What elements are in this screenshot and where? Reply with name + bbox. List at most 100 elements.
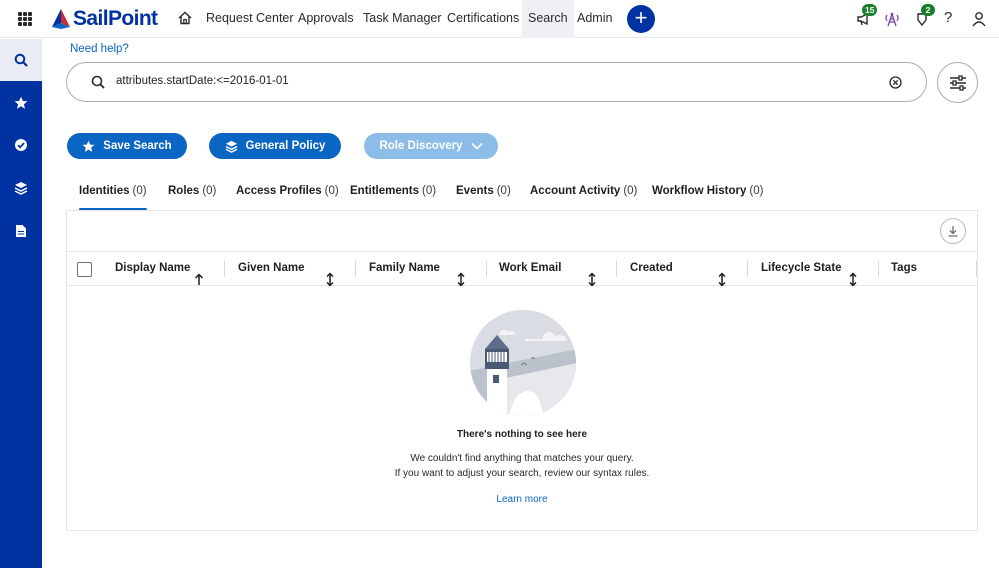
layers-icon (14, 182, 28, 195)
tab-label: Entitlements (350, 185, 420, 197)
nav-request-center[interactable]: Request Center (206, 0, 294, 38)
results-table: Display Name Given Name Family Name Work… (66, 210, 978, 531)
tab-count: (0) (749, 185, 764, 197)
column-header-given-name[interactable]: Given Name (238, 252, 304, 285)
column-header-family-name[interactable]: Family Name (369, 252, 440, 285)
tab-events[interactable]: Events (0) (456, 185, 511, 211)
tab-identities[interactable]: Identities (0) (79, 185, 147, 211)
home-icon[interactable] (177, 10, 193, 26)
tab-count: (0) (202, 185, 217, 197)
top-navigation-bar: SailPoint Request Center Approvals Task … (0, 0, 999, 38)
tab-account-activity[interactable]: Account Activity (0) (530, 185, 637, 211)
sailpoint-logo[interactable]: SailPoint (49, 7, 158, 31)
tab-count: (0) (623, 185, 638, 197)
tab-workflow-history[interactable]: Workflow History (0) (652, 185, 763, 211)
general-policy-button[interactable]: General Policy (209, 133, 341, 159)
column-header-created[interactable]: Created (630, 252, 673, 285)
column-separator[interactable] (878, 261, 879, 277)
tab-count: (0) (324, 185, 339, 197)
empty-state-title: There's nothing to see here (456, 429, 588, 440)
tab-count: (0) (132, 185, 147, 197)
column-label: Given Name (238, 262, 305, 274)
table-header: Display Name Given Name Family Name Work… (67, 251, 977, 287)
column-separator[interactable] (616, 261, 617, 277)
tab-label: Roles (168, 185, 200, 197)
help-icon[interactable]: ? (944, 9, 952, 26)
sailpoint-logo-mark-icon (52, 9, 70, 29)
search-query-input[interactable]: attributes.startDate:<=2016-01-01 (116, 75, 289, 87)
chevron-down-icon (470, 142, 483, 150)
tab-count: (0) (496, 185, 511, 197)
save-search-label: Save Search (103, 140, 172, 152)
column-label: Tags (891, 262, 917, 274)
sidebar-item-reports[interactable] (0, 210, 42, 252)
role-discovery-button[interactable]: Role Discovery (364, 133, 498, 159)
sort-both-icon[interactable] (717, 263, 727, 296)
left-sidebar (0, 39, 42, 568)
sidebar-item-favorites[interactable] (0, 82, 42, 124)
tab-roles[interactable]: Roles (0) (168, 185, 216, 211)
layers-icon (225, 140, 237, 153)
tab-label: Access Profiles (236, 185, 322, 197)
sort-both-icon[interactable] (587, 263, 597, 296)
tab-entitlements[interactable]: Entitlements (0) (350, 185, 436, 211)
sort-both-icon[interactable] (456, 263, 466, 296)
nav-search[interactable]: Search (522, 0, 574, 38)
learn-more-link[interactable]: Learn more (67, 494, 977, 505)
app-launcher-grid-icon[interactable] (18, 12, 32, 26)
column-label: Work Email (499, 262, 562, 274)
nav-task-manager[interactable]: Task Manager (363, 0, 442, 38)
clear-search-icon[interactable] (889, 76, 902, 89)
search-icon (14, 53, 28, 67)
tasks-badge: 2 (921, 4, 935, 16)
filter-settings-button[interactable] (937, 62, 978, 103)
tab-access-profiles[interactable]: Access Profiles (0) (236, 185, 339, 211)
column-separator[interactable] (355, 261, 356, 277)
nav-certifications[interactable]: Certifications (447, 0, 519, 38)
sort-both-icon[interactable] (325, 263, 335, 296)
sort-ascending-icon[interactable] (194, 263, 204, 296)
tower-signal-icon[interactable] (883, 10, 901, 28)
tab-label: Workflow History (652, 185, 747, 197)
logo-text: SailPoint (73, 7, 158, 30)
column-header-tags[interactable]: Tags (891, 252, 917, 285)
column-label: Created (630, 262, 673, 274)
create-new-button[interactable]: + (627, 5, 655, 33)
tab-count: (0) (422, 185, 437, 197)
column-label: Display Name (115, 262, 191, 274)
nav-admin[interactable]: Admin (577, 0, 612, 38)
column-label: Lifecycle State (761, 262, 842, 274)
download-button[interactable] (940, 218, 966, 244)
tab-label: Events (456, 185, 494, 197)
empty-state-message-line1: We couldn't find anything that matches y… (410, 453, 634, 464)
column-separator[interactable] (224, 261, 225, 277)
column-separator[interactable] (747, 261, 748, 277)
empty-state-message-line2: If you want to adjust your search, revie… (394, 468, 650, 479)
document-icon (16, 225, 26, 237)
sidebar-item-search[interactable] (0, 39, 42, 81)
sliders-icon (949, 74, 966, 91)
column-separator[interactable] (976, 261, 977, 277)
column-header-work-email[interactable]: Work Email (499, 252, 561, 285)
column-separator[interactable] (486, 261, 487, 277)
sort-both-icon[interactable] (848, 263, 858, 296)
user-profile-icon[interactable] (970, 10, 988, 28)
column-header-display-name[interactable]: Display Name (115, 252, 190, 285)
need-help-link[interactable]: Need help? (70, 43, 129, 55)
save-search-button[interactable]: Save Search (67, 133, 187, 159)
column-label: Family Name (369, 262, 440, 274)
download-icon (948, 226, 958, 237)
column-header-lifecycle-state[interactable]: Lifecycle State (761, 252, 842, 285)
sidebar-item-access[interactable] (0, 167, 42, 209)
sidebar-item-certifications[interactable] (0, 124, 42, 166)
general-policy-label: General Policy (245, 140, 326, 152)
check-circle-icon (15, 139, 27, 151)
select-all-checkbox[interactable] (77, 262, 92, 277)
role-discovery-label: Role Discovery (379, 140, 463, 152)
tab-label: Account Activity (530, 185, 621, 197)
lighthouse-illustration-icon (470, 310, 576, 416)
tab-label: Identities (79, 185, 130, 197)
notifications-badge: 15 (862, 4, 878, 16)
search-bar[interactable]: attributes.startDate:<=2016-01-01 (66, 62, 927, 102)
nav-approvals[interactable]: Approvals (298, 0, 354, 38)
